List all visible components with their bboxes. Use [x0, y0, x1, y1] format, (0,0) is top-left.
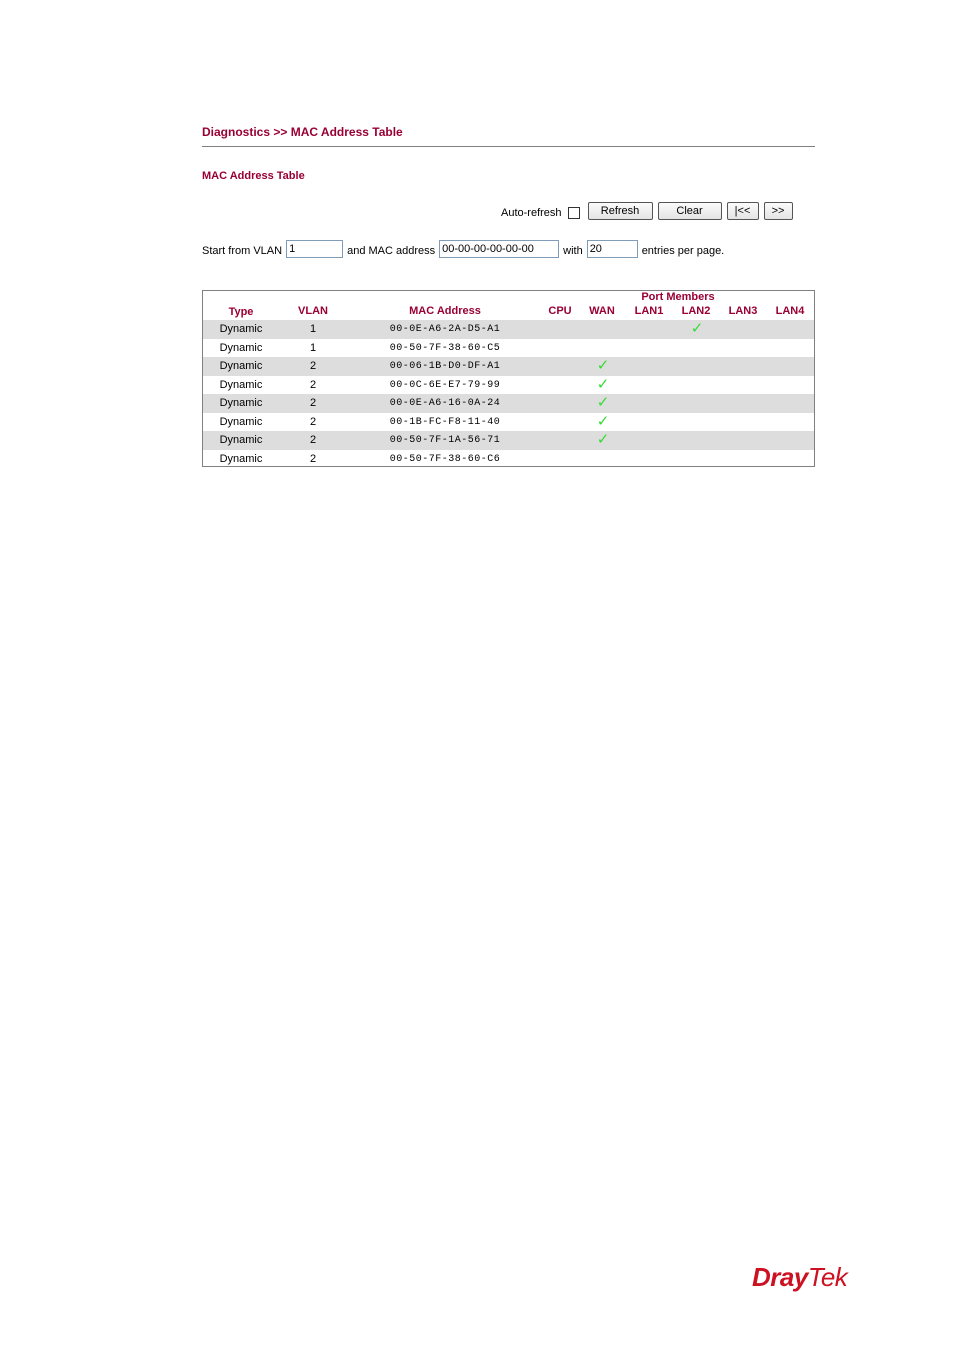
cell-vlan: 2 [309, 434, 317, 446]
cell-type: Dynamic [219, 323, 263, 335]
cell-vlan: 1 [309, 323, 317, 335]
cell-mac-address: 00-0C-6E-E7-79-99 [389, 379, 501, 391]
cell-mac-address: 00-0E-A6-16-0A-24 [389, 398, 501, 409]
table-row: Dynamic 2 00-1B-FC-F8-11-40 ✓ [203, 413, 814, 432]
col-cpu: CPU [548, 305, 572, 317]
cell-mac-address: 00-06-1B-D0-DF-A1 [389, 361, 501, 372]
cell-type: Dynamic [219, 415, 263, 428]
cell-mac-address: 00-50-7F-38-60-C6 [389, 453, 501, 465]
cell-vlan: 2 [309, 452, 317, 465]
cell-type: Dynamic [219, 434, 263, 446]
auto-refresh-label: Auto-refresh [501, 207, 562, 219]
table-row: Dynamic 1 00-50-7F-38-60-C5 [203, 339, 814, 358]
checkmark-icon: ✓ [690, 320, 704, 337]
table-row: Dynamic 2 00-0C-6E-E7-79-99 ✓ [203, 376, 814, 395]
col-vlan: VLAN [298, 305, 328, 317]
clear-button[interactable]: Clear [657, 202, 722, 220]
cell-mac-address: 00-0E-A6-2A-D5-A1 [389, 324, 501, 335]
mac-address-input[interactable] [439, 240, 560, 258]
checkmark-icon: ✓ [596, 431, 610, 448]
col-lan2: LAN2 [681, 305, 711, 317]
start-vlan-input[interactable] [286, 240, 344, 258]
col-type: Type [228, 306, 254, 318]
title-divider [202, 146, 815, 147]
cell-vlan: 1 [309, 341, 317, 354]
next-page-button[interactable]: >> [763, 202, 793, 220]
checkmark-icon: ✓ [596, 394, 610, 411]
toolbar: Auto-refresh Refresh Clear |<< >> [501, 201, 798, 221]
col-wan: WAN [589, 305, 615, 317]
filter-bar: Start from VLAN and MAC address with ent… [202, 239, 724, 259]
logo-tek: Tek [807, 1262, 848, 1292]
cell-vlan: 2 [309, 397, 317, 409]
page-title: Diagnostics >> MAC Address Table [202, 125, 403, 139]
table-body: Dynamic 1 00-0E-A6-2A-D5-A1 ✓ Dynamic 1 00-50-… [203, 320, 814, 468]
table-header: Port Members Type VLAN MAC Address CPU W… [203, 291, 814, 320]
first-page-button[interactable]: |<< [726, 202, 759, 220]
table-row: Dynamic 2 00-0E-A6-16-0A-24 ✓ [203, 394, 814, 413]
cell-vlan: 2 [309, 360, 317, 372]
draytek-logo: DrayTek [752, 1262, 848, 1293]
col-mac-address: MAC Address [409, 305, 481, 317]
cell-mac-address: 00-50-7F-1A-56-71 [389, 435, 501, 446]
cell-type: Dynamic [219, 378, 263, 391]
entries-per-page-input[interactable] [586, 240, 638, 258]
cell-type: Dynamic [219, 452, 263, 465]
cell-vlan: 2 [309, 378, 317, 391]
section-title: MAC Address Table [202, 170, 305, 182]
cell-vlan: 2 [309, 415, 317, 428]
logo-dray: Dray [752, 1262, 808, 1292]
with-label: with [563, 245, 583, 257]
checkmark-icon: ✓ [596, 412, 610, 430]
table-row: Dynamic 2 00-50-7F-1A-56-71 ✓ [203, 431, 814, 450]
auto-refresh-checkbox[interactable] [567, 206, 580, 219]
col-lan1: LAN1 [634, 305, 664, 317]
col-lan3: LAN3 [728, 305, 758, 317]
table-row: Dynamic 2 00-06-1B-D0-DF-A1 ✓ [203, 357, 814, 376]
cell-type: Dynamic [219, 360, 263, 372]
table-row: Dynamic 2 00-50-7F-38-60-C6 [203, 450, 814, 469]
mac-address-label: and MAC address [347, 245, 436, 257]
start-vlan-label: Start from VLAN [202, 245, 283, 257]
cell-mac-address: 00-1B-FC-F8-11-40 [389, 416, 501, 428]
mac-address-table: Port Members Type VLAN MAC Address CPU W… [202, 290, 815, 467]
table-row: Dynamic 1 00-0E-A6-2A-D5-A1 ✓ [203, 320, 814, 339]
refresh-button[interactable]: Refresh [587, 202, 653, 220]
cell-type: Dynamic [219, 341, 263, 354]
col-lan4: LAN4 [775, 305, 805, 317]
cell-mac-address: 00-50-7F-38-60-C5 [389, 342, 501, 354]
entries-suffix-label: entries per page. [641, 245, 725, 257]
checkmark-icon: ✓ [596, 375, 610, 393]
port-members-header: Port Members [641, 291, 715, 303]
checkmark-icon: ✓ [596, 357, 610, 374]
cell-type: Dynamic [219, 397, 263, 409]
